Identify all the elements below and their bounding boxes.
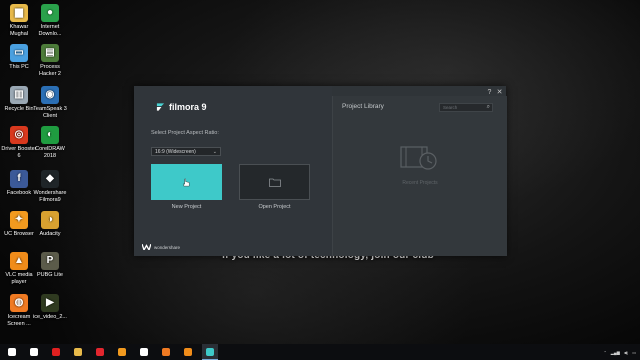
aspect-ratio-value: 16:9 (Widescreen) (155, 149, 196, 155)
library-search-placeholder: Search (443, 105, 458, 110)
desktop-icon-label: PUBG Lite (37, 272, 63, 278)
audacity-icon: ◑ (41, 211, 59, 229)
taskbar-file-explorer[interactable] (70, 344, 86, 360)
taskbar-uc-browser[interactable] (114, 344, 130, 360)
taskbar-task-view[interactable] (26, 344, 42, 360)
aspect-ratio-dropdown[interactable]: 16:9 (Widescreen) ⌄ (151, 147, 221, 156)
opera-icon (96, 348, 104, 356)
coreldraw-icon: ◐ (41, 126, 59, 144)
recent-projects-label: Recent Projects (402, 180, 438, 186)
driver-booster-icon: ◎ (10, 126, 28, 144)
search-icon: ⌕ (486, 104, 490, 110)
teamspeak-icon: ◉ (41, 86, 59, 104)
pumpkin-icon (162, 348, 170, 356)
file-explorer-icon (74, 348, 82, 356)
system-tray: ⌃ ▂▄▆ ◀) ▭ (603, 344, 636, 360)
facebook-icon: f (10, 170, 28, 188)
uc-browser-icon: ✦ (10, 211, 28, 229)
desktop-icon-internet-download-manager[interactable]: ● Internet Downlo... (31, 4, 69, 37)
taskbar-filmora-active[interactable] (202, 344, 218, 360)
windows-start-icon (8, 348, 16, 356)
folder-icon (268, 178, 281, 187)
recycle-bin-icon: ▥ (10, 86, 28, 104)
chevron-down-icon: ⌄ (212, 149, 217, 155)
desktop-icon-process-hacker[interactable]: ▤ Process Hacker 2 (31, 44, 69, 77)
internet-download-manager-icon: ● (41, 4, 59, 22)
filmora-icon: ◆ (41, 170, 59, 188)
desktop-icon-pubg[interactable]: P PUBG Lite (31, 252, 69, 279)
new-project-button[interactable] (151, 164, 222, 200)
filmora-taskbar-icon (140, 348, 148, 356)
desktop-icon-label: Internet Downlo... (38, 24, 62, 37)
filmora-logo-text: filmora 9 (169, 102, 207, 112)
filmora-active-icon (206, 347, 214, 356)
project-library-title: Project Library (342, 103, 384, 110)
cursor-hand-icon (183, 178, 190, 186)
aspect-ratio-label: Select Project Aspect Ratio: (151, 130, 219, 136)
record-icon (52, 348, 60, 356)
project-library-panel: Project Library Search ⌕ Recent Projects (332, 96, 507, 256)
desktop-icon-label: CorelDRAW 2018 (35, 146, 65, 159)
icecream-screen-recorder-icon: ◍ (10, 294, 28, 312)
wondershare-brand-text: wondershare (154, 244, 181, 250)
wondershare-brand: wondershare (142, 244, 180, 250)
taskbar-items (0, 344, 224, 360)
desktop-icon-label: Process Hacker 2 (38, 64, 61, 77)
network-icon[interactable]: ▂▄▆ (611, 350, 620, 355)
taskbar-opera[interactable] (92, 344, 108, 360)
task-view-icon (30, 348, 38, 356)
computer-icon: ▭ (10, 44, 28, 62)
new-project-label: New Project (171, 204, 202, 210)
desktop-icon-audacity[interactable]: ◑ Audacity (31, 211, 69, 238)
taskbar-filmora-taskbar[interactable] (136, 344, 152, 360)
filmora-launcher-window: filmora 9 Select Project Aspect Ratio: 1… (134, 86, 507, 256)
taskbar-vlc[interactable] (180, 344, 196, 360)
desktop-icon-label: Audacity (39, 231, 61, 237)
process-hacker-icon: ▤ (41, 44, 59, 62)
wondershare-logo-icon (142, 244, 151, 250)
vlc-icon (184, 348, 192, 356)
taskbar-record[interactable] (48, 344, 64, 360)
pubg-icon: P (41, 252, 59, 270)
taskbar: ⌃ ▂▄▆ ◀) ▭ (0, 344, 640, 360)
taskbar-windows-start[interactable] (4, 344, 20, 360)
uc-browser-icon (118, 348, 126, 356)
desktop-icon-coreldraw[interactable]: ◐ CorelDRAW 2018 (31, 126, 69, 159)
desktop-icon-video-file[interactable]: ▶ ice_video_2... (31, 294, 69, 321)
desktop-icon-label: Wondershare Filmora9 (33, 190, 67, 203)
filmora-logo-icon (156, 103, 165, 111)
volume-icon[interactable]: ◀) (624, 350, 628, 355)
video-file-icon: ▶ (41, 294, 59, 312)
folder-user-icon: ▆ (10, 4, 28, 22)
desktop-icon-filmora[interactable]: ◆ Wondershare Filmora9 (31, 170, 69, 203)
open-project-label: Open Project (258, 204, 291, 210)
desktop-icon-teamspeak[interactable]: ◉ TeamSpeak 3 Client (31, 86, 69, 119)
library-search-input[interactable]: Search ⌕ (439, 103, 493, 112)
vlc-icon: ▲ (10, 252, 28, 270)
desktop-icon-label: TeamSpeak 3 Client (33, 106, 67, 119)
taskbar-pumpkin[interactable] (158, 344, 174, 360)
tray-arrow-icon[interactable]: ⌃ (603, 350, 606, 355)
desktop-icon-label: ice_video_2... (33, 314, 67, 320)
launcher-left-panel: filmora 9 Select Project Aspect Ratio: 1… (134, 86, 332, 256)
film-clock-icon (400, 146, 437, 170)
filmora-logo: filmora 9 (156, 102, 207, 112)
notifications-icon[interactable]: ▭ (632, 350, 636, 355)
open-project-button[interactable] (239, 164, 310, 200)
